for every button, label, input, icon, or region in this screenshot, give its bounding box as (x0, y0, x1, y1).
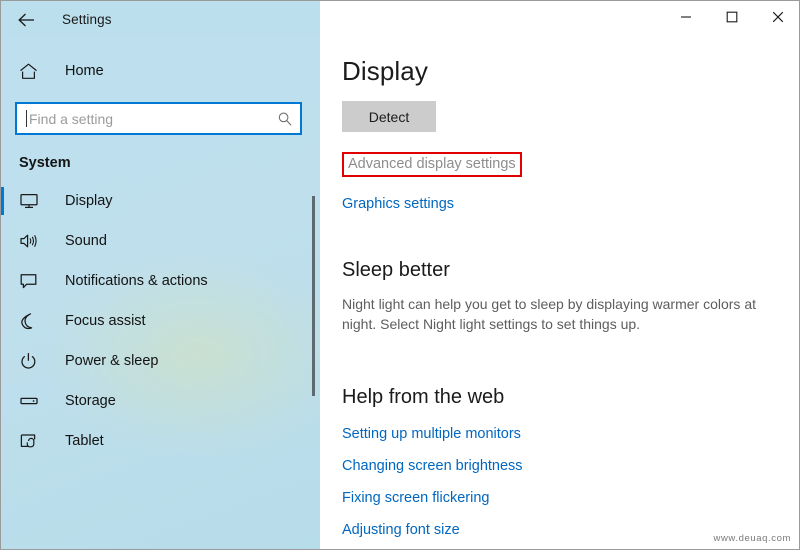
sidebar-item-storage[interactable]: Storage (1, 381, 320, 421)
drive-icon (19, 392, 45, 410)
sidebar-item-sound[interactable]: Sound (1, 221, 320, 261)
sidebar: Home System (1, 38, 320, 549)
selection-indicator (1, 187, 4, 215)
sleep-better-description: Night light can help you get to sleep by… (342, 296, 756, 332)
settings-window: Settings Home Find a setting System Disp… (0, 0, 800, 550)
monitor-icon (19, 192, 45, 210)
sidebar-item-label: Notifications & actions (65, 273, 208, 289)
help-from-web-heading: Help from the web (342, 386, 505, 408)
home-label: Home (65, 63, 104, 79)
sidebar-item-label: Power & sleep (65, 353, 159, 369)
sidebar-item-display[interactable]: Display (1, 181, 320, 221)
help-link-multiple-monitors[interactable]: Setting up multiple monitors (342, 425, 774, 443)
graphics-settings-link[interactable]: Graphics settings (342, 195, 774, 213)
minimize-button[interactable] (663, 1, 709, 32)
help-link-screen-flickering[interactable]: Fixing screen flickering (342, 489, 774, 507)
sidebar-item-label: Storage (65, 393, 116, 409)
tablet-hand-icon (19, 432, 45, 450)
title-bar: Settings (1, 1, 799, 38)
sidebar-item-focus-assist[interactable]: Focus assist (1, 301, 320, 341)
sidebar-item-label: Focus assist (65, 313, 146, 329)
home-icon (19, 63, 45, 80)
search-box[interactable] (15, 102, 302, 135)
help-link-font-size[interactable]: Adjusting font size (342, 521, 774, 539)
sidebar-item-label: Tablet (65, 433, 104, 449)
chat-bubble-icon (19, 272, 45, 290)
help-link-screen-brightness[interactable]: Changing screen brightness (342, 457, 774, 475)
page-title: Display (342, 56, 428, 86)
sidebar-item-tablet[interactable]: Tablet (1, 421, 320, 461)
detect-button[interactable]: Detect (342, 101, 436, 132)
back-button[interactable] (6, 4, 48, 36)
sleep-better-heading: Sleep better (342, 259, 450, 281)
search-input[interactable] (17, 104, 270, 133)
sidebar-item-notifications[interactable]: Notifications & actions (1, 261, 320, 301)
title-bar-right (320, 1, 799, 38)
main-content: Display Detect Advanced display settings… (320, 38, 799, 549)
sidebar-scrollbar[interactable] (312, 196, 315, 396)
sidebar-nav-list: Display Sound Notifications & actions Fo… (1, 181, 320, 461)
close-button[interactable] (755, 1, 799, 32)
sidebar-section-label: System (19, 155, 71, 171)
help-links-list: Setting up multiple monitors Changing sc… (342, 425, 774, 539)
advanced-display-settings-link[interactable]: Advanced display settings (342, 152, 522, 177)
text-caret (26, 110, 27, 127)
window-controls (663, 1, 799, 32)
search-icon[interactable] (270, 111, 300, 127)
sidebar-item-power-sleep[interactable]: Power & sleep (1, 341, 320, 381)
watermark: www.deuaq.com (713, 533, 791, 544)
app-title: Settings (62, 12, 112, 27)
sidebar-item-label: Display (65, 193, 113, 209)
power-icon (19, 352, 45, 370)
maximize-button[interactable] (709, 1, 755, 32)
sidebar-item-label: Sound (65, 233, 107, 249)
sidebar-item-home[interactable]: Home (1, 52, 320, 90)
title-bar-left: Settings (1, 1, 320, 38)
speaker-icon (19, 232, 45, 250)
moon-icon (19, 312, 45, 330)
